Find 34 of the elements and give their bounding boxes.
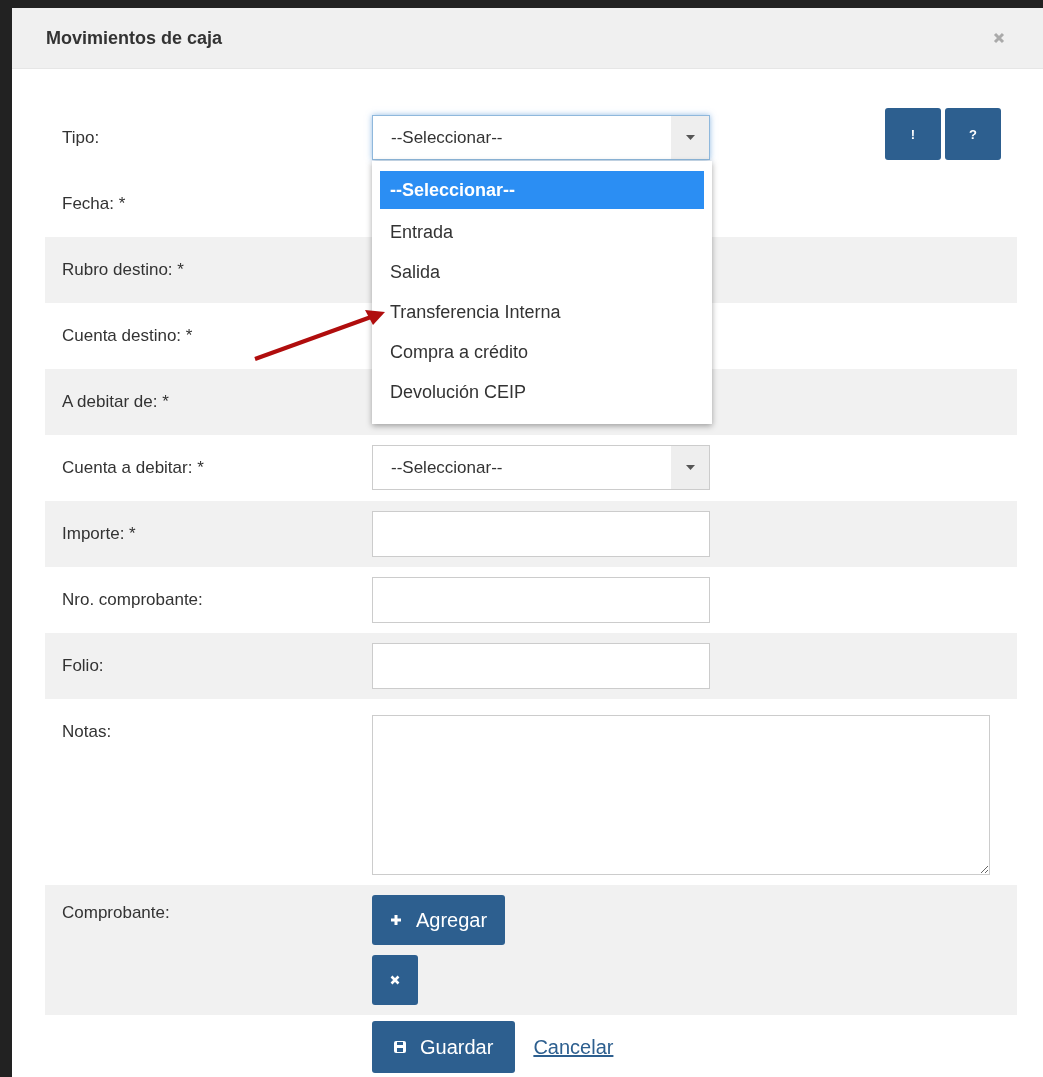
dialog-title: Movimientos de caja	[46, 27, 223, 49]
dropdown-option[interactable]: Transferencia Interna	[380, 292, 704, 332]
select-field[interactable]: --Seleccionar--	[372, 115, 710, 160]
input-field[interactable]	[372, 643, 710, 689]
field-label: Cuenta a debitar: *	[62, 457, 204, 479]
close-icon[interactable]	[993, 32, 1005, 44]
caret-icon	[685, 135, 695, 140]
field-label: Nro. comprobante:	[62, 589, 203, 611]
caret-icon	[685, 465, 695, 470]
remove-button[interactable]	[372, 955, 418, 1005]
field-label: Comprobante:	[62, 902, 170, 924]
field-label: A debitar de: *	[62, 391, 169, 413]
input-field[interactable]	[372, 577, 710, 623]
cancel-link[interactable]: Cancelar	[533, 1035, 614, 1059]
field-label: Fecha: *	[62, 193, 126, 215]
field-label: Notas:	[62, 721, 112, 743]
notes-field[interactable]	[372, 715, 990, 875]
dropdown-option[interactable]: Salida	[380, 252, 704, 292]
field-label: Rubro destino: *	[62, 259, 184, 281]
dropdown-option[interactable]: Compra a crédito	[380, 332, 704, 372]
plus-icon	[390, 914, 402, 926]
save-button[interactable]: Guardar	[372, 1021, 516, 1073]
field-label: Folio:	[62, 655, 104, 677]
field-label: Tipo:	[62, 127, 100, 149]
help-button[interactable]: !	[885, 108, 941, 160]
field-label: Importe: *	[62, 523, 136, 545]
field-label: Cuenta destino: *	[62, 325, 193, 347]
help-button[interactable]: ?	[945, 108, 1001, 160]
select-field[interactable]: --Seleccionar--	[372, 445, 710, 490]
close-icon	[390, 975, 400, 985]
dropdown-option[interactable]: Devolución CEIP	[380, 372, 704, 412]
input-field[interactable]	[372, 511, 710, 557]
add-button[interactable]: Agregar	[372, 895, 506, 945]
dropdown-option[interactable]: Entrada	[380, 212, 704, 252]
